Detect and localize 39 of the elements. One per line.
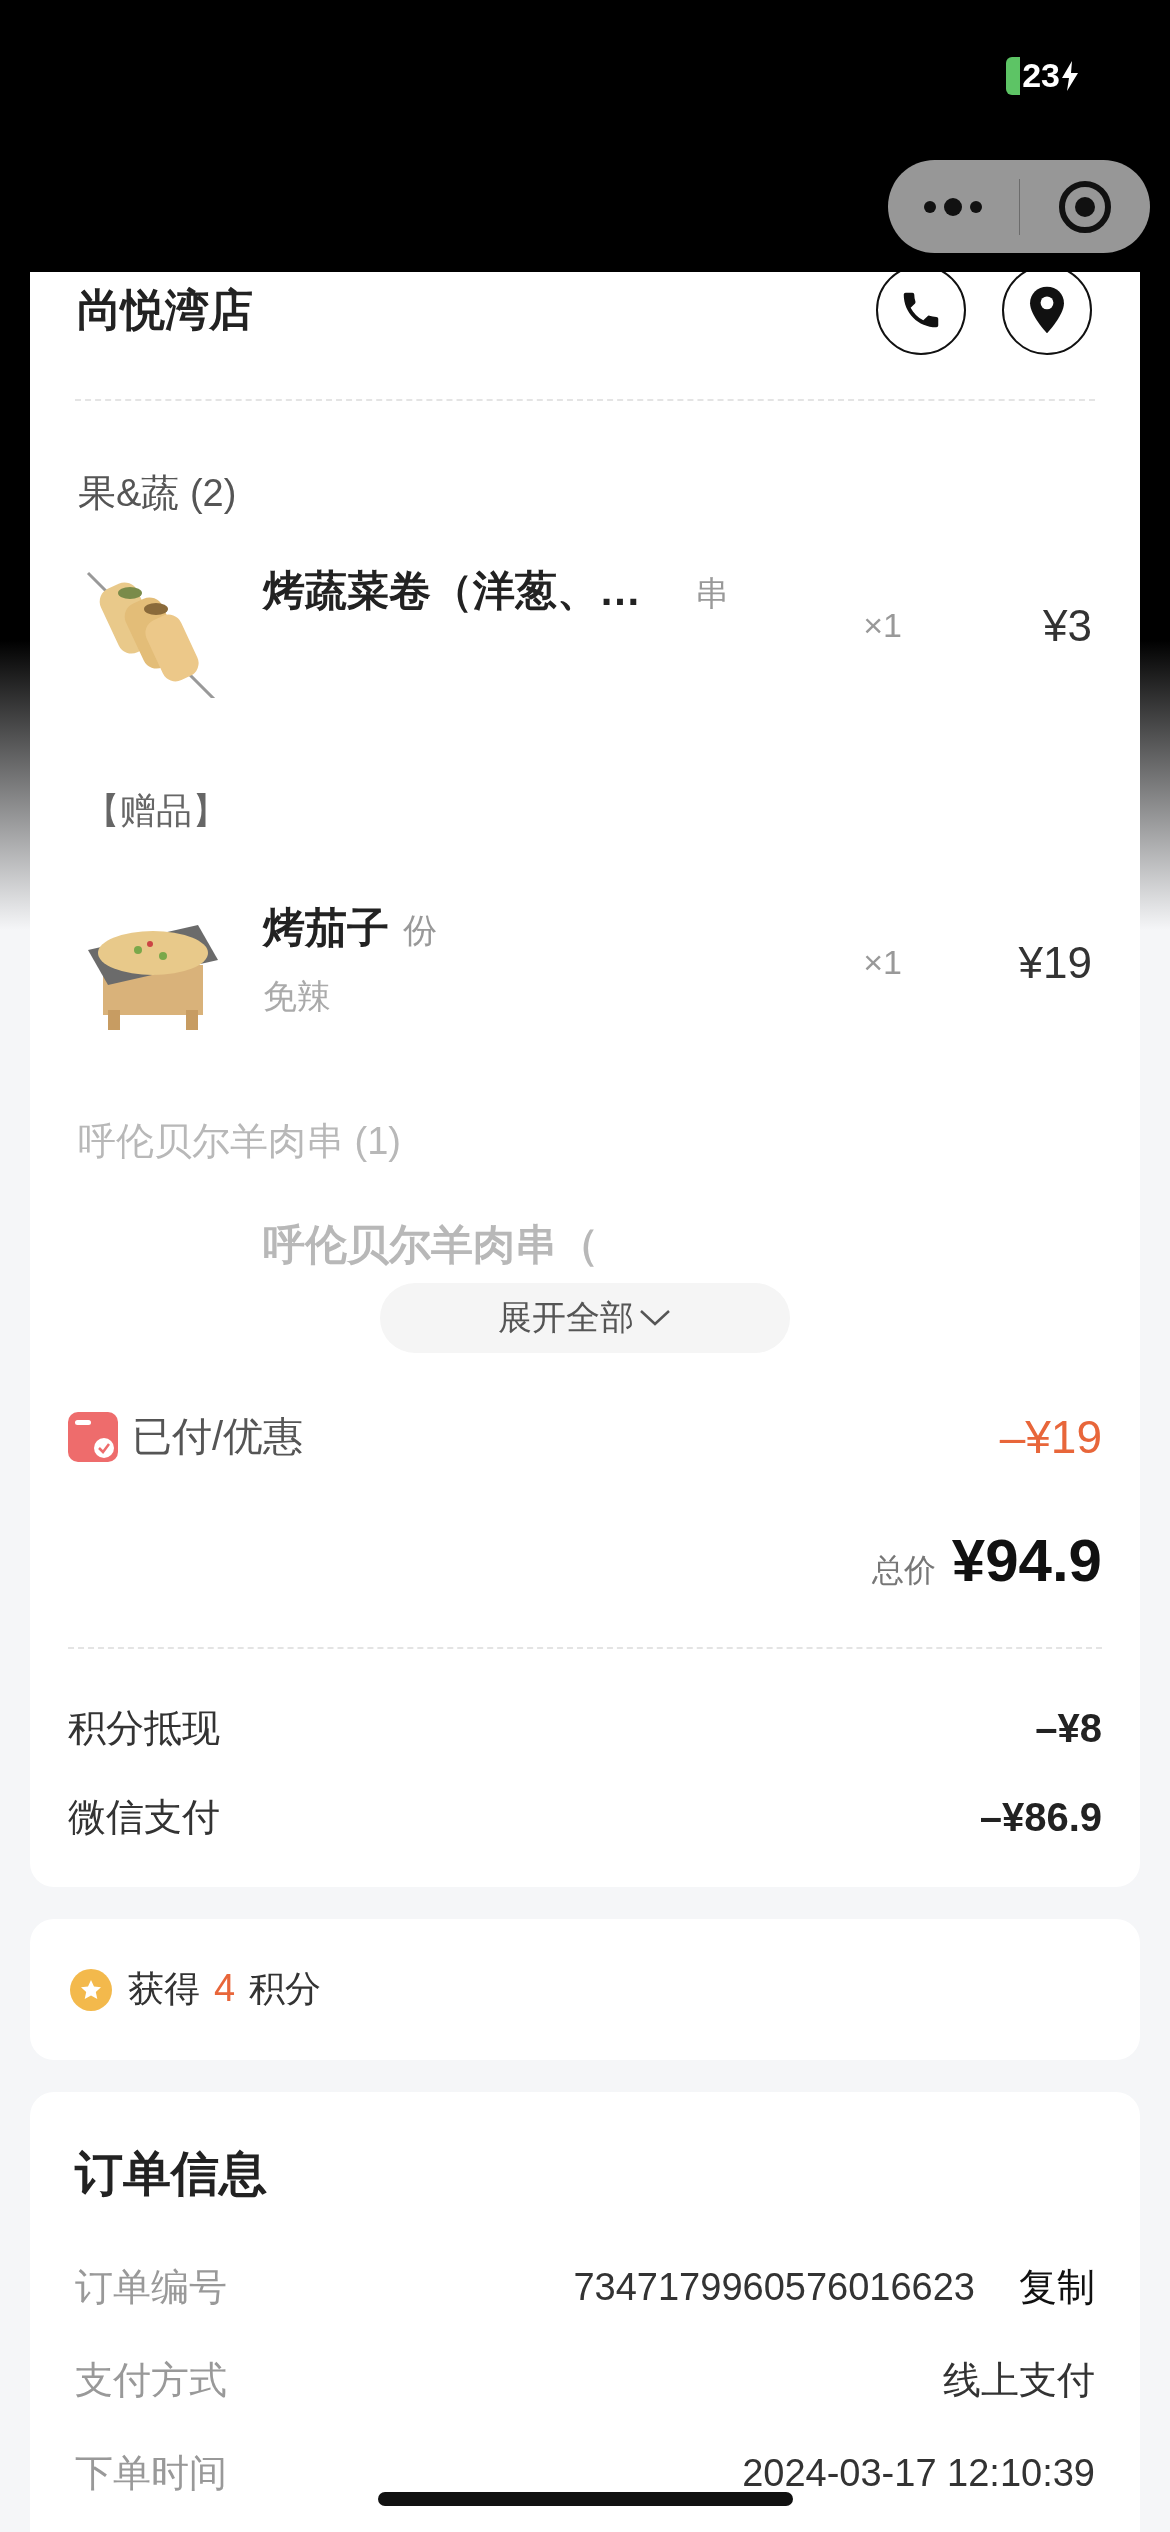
- battery-level: 23: [1022, 56, 1060, 95]
- more-icon[interactable]: [922, 196, 985, 217]
- item-unit: 份: [403, 910, 437, 951]
- points-text: 获得 4 积分: [128, 1966, 322, 2011]
- info-label: 订单编号: [75, 2265, 227, 2310]
- item-price: ¥3: [1043, 600, 1092, 651]
- category-title: 果&蔬 (2): [78, 471, 238, 516]
- battery-icon: [1006, 56, 1021, 95]
- star-coin-icon: [70, 1968, 112, 2011]
- info-label: 支付方式: [75, 2358, 227, 2403]
- store-name: 尚悦湾店: [77, 283, 253, 336]
- payment-label: 微信支付: [68, 1795, 220, 1840]
- item-name: 烤茄子: [263, 903, 389, 953]
- expand-button[interactable]: 展开全部: [380, 1283, 790, 1353]
- item-quantity: ×1: [863, 606, 902, 645]
- paid-label: 已付/优惠: [132, 1413, 304, 1460]
- copy-button[interactable]: 复制: [1019, 2262, 1095, 2313]
- info-label: 下单时间: [75, 2451, 227, 2496]
- chevron-down-icon: [638, 1308, 672, 1328]
- payment-amount: –¥8: [1035, 1706, 1102, 1751]
- gift-label: 【赠品】: [83, 789, 229, 833]
- section-title: 订单信息: [73, 2146, 268, 2202]
- category-title: 呼伦贝尔羊肉串 (1): [78, 1119, 402, 1164]
- total-amount: ¥94.9: [951, 1526, 1102, 1595]
- info-value: 7347179960576016623: [573, 2266, 975, 2309]
- info-value: 线上支付: [943, 2358, 1095, 2403]
- discount-amount: –¥19: [999, 1409, 1102, 1464]
- total-label: 总价: [871, 1551, 936, 1590]
- item-name: 呼伦贝尔羊肉串（: [263, 1220, 599, 1270]
- wallet-icon: [68, 1411, 118, 1462]
- item-note: 免辣: [263, 976, 332, 1017]
- item-unit: 串: [695, 573, 729, 614]
- item-price: ¥19: [1018, 937, 1092, 988]
- info-value: 2024-03-17 12:10:39: [742, 2452, 1095, 2495]
- payment-amount: –¥86.9: [979, 1795, 1102, 1840]
- item-quantity: ×1: [863, 943, 902, 982]
- payment-label: 积分抵现: [68, 1706, 220, 1751]
- item-name: 烤蔬菜卷（洋葱、…: [263, 566, 641, 616]
- close-icon[interactable]: [1057, 179, 1112, 234]
